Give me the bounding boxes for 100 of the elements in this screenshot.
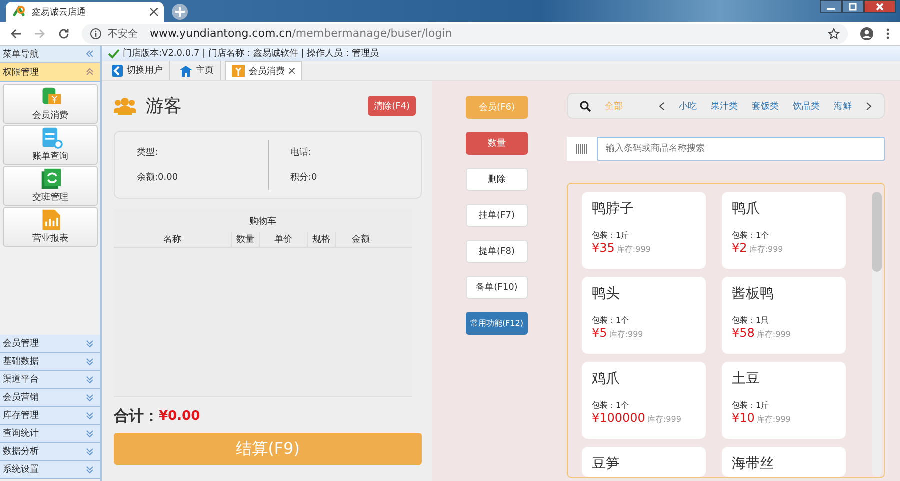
scrollbar-thumb[interactable] (872, 192, 882, 272)
product-name: 豆笋 (592, 455, 621, 473)
url-text[interactable]: www.yundiantong.com.cn/membermanage/buser/login (150, 27, 452, 40)
sidebar-title: 菜单导航 (3, 48, 39, 60)
gift-icon (232, 65, 245, 77)
info-icon[interactable] (90, 28, 102, 40)
product-card[interactable]: 鸭脖子 包装：1斤 ¥35 库存:999 (582, 192, 706, 269)
sidebar-section[interactable]: 会员管理 (0, 335, 100, 353)
maximize-button[interactable] (842, 0, 864, 13)
column-header: 规格 (308, 232, 336, 247)
customer-name: 游客 (146, 95, 182, 118)
field-label: 余额:0.00 (137, 172, 180, 184)
sidebar-section[interactable]: 会员营销 (0, 389, 100, 407)
security-label: 不安全 (108, 28, 138, 40)
product-price: ¥58 (732, 326, 755, 340)
column-header: 数量 (232, 232, 260, 247)
reload-icon[interactable] (58, 28, 70, 40)
chevron-down-icon (86, 358, 94, 366)
stock-text: 库存:999 (756, 415, 791, 424)
action-button[interactable]: 常用功能(F12) (466, 312, 528, 335)
product-price: ¥2 (732, 241, 748, 255)
nav-button[interactable]: 账单查询 (3, 125, 98, 165)
browser-tab[interactable]: 鑫易诚云店通 (6, 2, 164, 22)
package-text: 包装：1个 (592, 315, 630, 326)
clear-button[interactable]: 清除(F4) (368, 96, 416, 116)
category-tab[interactable]: 小吃 (679, 100, 697, 112)
nav-button[interactable]: 交班管理 (3, 166, 98, 206)
chevron-down-icon (86, 448, 94, 456)
nav-button[interactable]: 会员消费 (3, 84, 98, 124)
column-header: 名称 (114, 232, 232, 247)
back-icon (112, 64, 123, 76)
barcode-icon (576, 144, 588, 154)
sidebar-section[interactable]: 数据分析 (0, 443, 100, 461)
total-label: 合计： (114, 406, 159, 426)
account-icon[interactable] (860, 26, 874, 40)
chevron-down-icon (86, 340, 94, 348)
tab[interactable]: 主页 (174, 61, 221, 80)
category-tab[interactable]: 果汁类 (711, 100, 738, 112)
minimize-button[interactable] (820, 0, 842, 13)
chevron-down-icon (86, 412, 94, 420)
stock-text: 库存:999 (756, 330, 791, 339)
product-card[interactable]: 豆笋 (582, 447, 706, 477)
action-button[interactable]: 提单(F8) (466, 240, 528, 263)
product-name: 鸡爪 (592, 370, 621, 388)
star-icon[interactable] (828, 28, 840, 40)
sidebar-section[interactable]: 系统设置 (0, 461, 100, 479)
product-card[interactable]: 土豆 包装：1斤 ¥10 库存:999 (722, 362, 846, 439)
users-icon (114, 96, 136, 116)
action-button[interactable]: 数量 (466, 132, 528, 155)
column-header: 金额 (351, 234, 371, 247)
package-text: 包装：1只 (732, 315, 770, 326)
chevron-down-icon (86, 430, 94, 438)
nav-button[interactable]: 营业报表 (3, 207, 98, 247)
sidebar-section[interactable]: 基础数据 (0, 353, 100, 371)
category-tab[interactable]: 套饭类 (752, 100, 779, 112)
new-tab-button[interactable] (172, 4, 188, 20)
sidebar-section[interactable]: 库存管理 (0, 407, 100, 425)
product-price: ¥100000 (592, 411, 646, 425)
tab[interactable]: 切换用户 (106, 61, 170, 80)
stock-text: 库存:999 (609, 330, 644, 339)
product-card[interactable]: 海带丝 (722, 447, 846, 477)
close-icon[interactable] (289, 68, 295, 74)
product-card[interactable]: 鸡爪 包装：1个 ¥100000 库存:999 (582, 362, 706, 439)
chevron-down-icon (86, 394, 94, 402)
stock-text: 库存:999 (647, 415, 682, 424)
chevron-down-icon (86, 466, 94, 474)
total-amount: ¥0.00 (159, 408, 200, 424)
package-text: 包装：1斤 (592, 230, 630, 241)
chevron-left-icon[interactable] (659, 102, 665, 110)
search-icon[interactable] (580, 100, 591, 112)
menu-icon[interactable] (886, 28, 890, 40)
search-field[interactable]: 输入条码或商品名称搜索 (597, 137, 885, 161)
tab[interactable]: 会员消费 (225, 61, 302, 80)
action-button[interactable]: 删除 (466, 168, 528, 191)
product-price: ¥5 (592, 326, 608, 340)
action-button[interactable]: 挂单(F7) (466, 204, 528, 227)
action-button[interactable]: 备单(F10) (466, 276, 528, 299)
back-icon[interactable] (10, 28, 22, 40)
product-card[interactable]: 鸭头 包装：1个 ¥5 库存:999 (582, 277, 706, 354)
logo-icon (12, 5, 26, 19)
stock-text: 库存:999 (616, 245, 651, 254)
cart-title: 购物车 (248, 216, 278, 229)
product-price: ¥10 (732, 411, 755, 425)
close-button[interactable] (864, 0, 896, 13)
tab-title: 鑫易诚云店通 (32, 6, 87, 18)
sidebar-section[interactable]: 权限管理 (0, 63, 100, 82)
product-card[interactable]: 酱板鸭 包装：1只 ¥58 库存:999 (722, 277, 846, 354)
column-header: 单价 (260, 232, 308, 247)
stock-text: 库存:999 (749, 245, 784, 254)
chevron-right-icon[interactable] (866, 102, 872, 110)
package-text: 包装：1个 (592, 400, 630, 411)
product-card[interactable]: 鸭爪 包装：1个 ¥2 库存:999 (722, 192, 846, 269)
category-tab[interactable]: 海鲜 (834, 100, 852, 112)
package-text: 包装：1斤 (732, 400, 770, 411)
chevron-up-icon (86, 68, 94, 76)
category-tab[interactable]: 饮品类 (793, 100, 820, 112)
sidebar-section[interactable]: 渠道平台 (0, 371, 100, 389)
product-name: 酱板鸭 (732, 285, 775, 303)
sidebar-section[interactable]: 查询统计 (0, 425, 100, 443)
close-icon[interactable] (150, 8, 158, 16)
